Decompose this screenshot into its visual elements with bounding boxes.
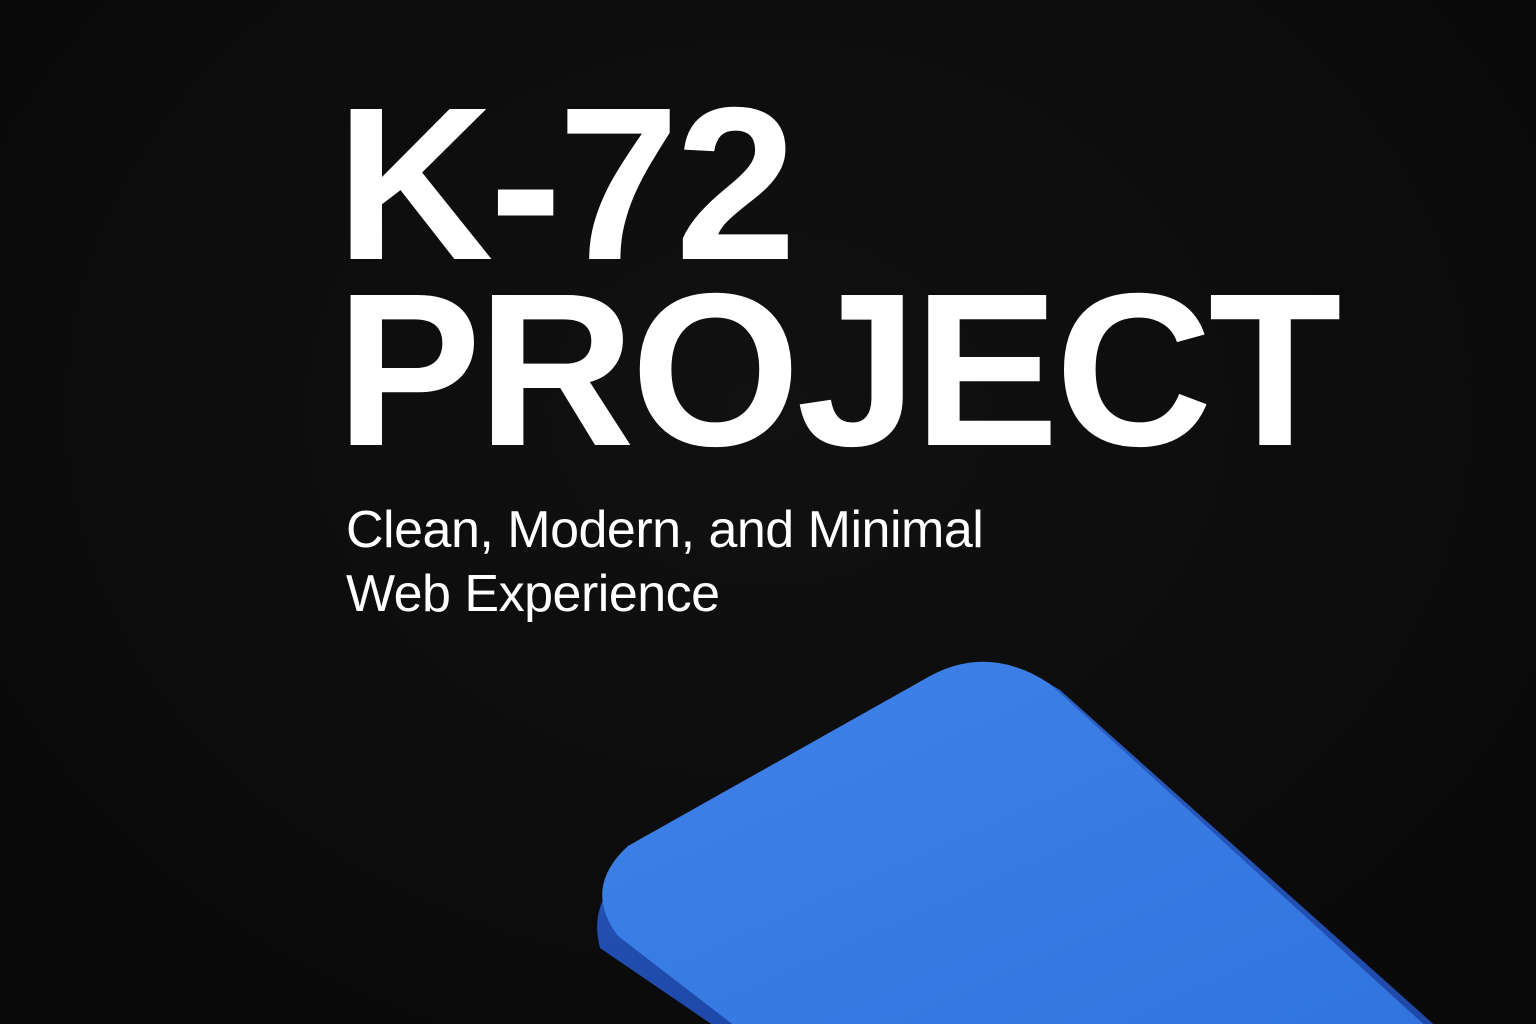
title-line-project: PROJECT: [336, 249, 1342, 492]
tagline-line-1: Clean, Modern, and Minimal: [346, 501, 984, 559]
project-title: K-72 PROJECT: [336, 76, 1342, 492]
hero-page: K-72 PROJECT Clean, Modern, and Minimal …: [0, 0, 1536, 1024]
tagline: Clean, Modern, and Minimal Web Experienc…: [346, 498, 984, 626]
tagline-line-2: Web Experience: [346, 565, 720, 623]
